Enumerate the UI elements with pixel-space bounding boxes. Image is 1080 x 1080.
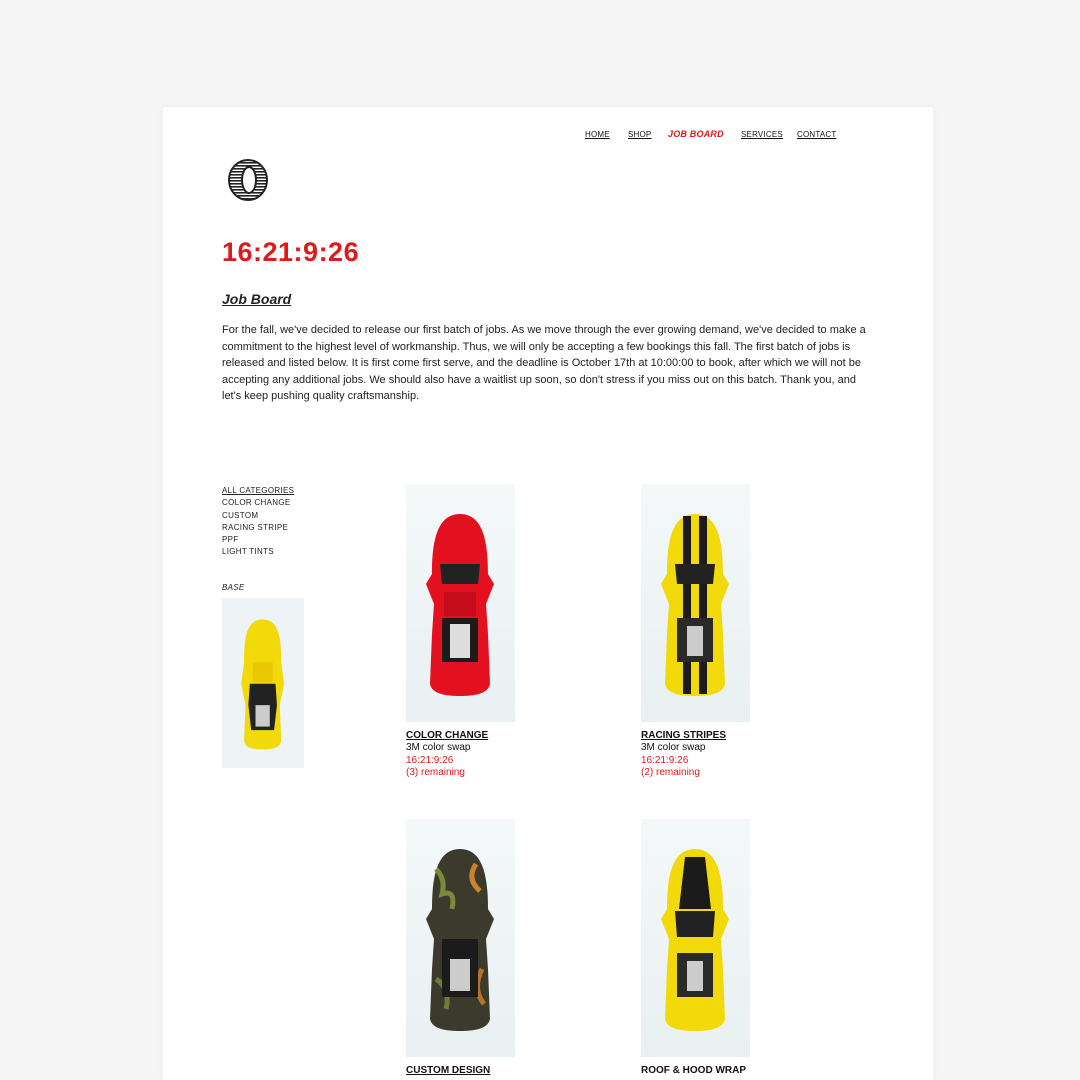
product-card-racing-stripes: RACING STRIPES 3M color swap 16:21:9:26 … — [641, 484, 841, 778]
nav-services[interactable]: SERVICES — [741, 130, 783, 139]
product-card-color-change: COLOR CHANGE 3M color swap 16:21:9:26 (3… — [406, 484, 606, 778]
category-ppf[interactable]: PPF — [222, 534, 294, 546]
category-all[interactable]: ALL CATEGORIES — [222, 485, 294, 497]
product-image[interactable] — [406, 484, 515, 722]
category-custom[interactable]: CUSTOM — [222, 510, 294, 522]
brand-logo[interactable] — [227, 159, 271, 203]
product-remaining: (2) remaining — [641, 767, 700, 778]
product-timer: 16:21:9:26 — [641, 755, 689, 766]
base-label: BASE — [222, 583, 245, 592]
product-name[interactable]: RACING STRIPES — [641, 730, 841, 741]
product-description: 3M color swap — [641, 742, 706, 753]
page-title: Job Board — [222, 291, 292, 307]
product-card-custom-design: CUSTOM DESIGN — [406, 819, 606, 1076]
product-card-roof-hood-wrap: ROOF & HOOD WRAP — [641, 819, 841, 1076]
category-racing-stripe[interactable]: RACING STRIPE — [222, 522, 294, 534]
product-image[interactable] — [406, 819, 515, 1057]
product-name[interactable]: CUSTOM DESIGN — [406, 1065, 606, 1076]
product-description: 3M color swap — [406, 742, 471, 753]
product-name[interactable]: ROOF & HOOD WRAP — [641, 1065, 841, 1076]
nav-home[interactable]: HOME — [585, 130, 610, 139]
nav-job-board[interactable]: JOB BOARD — [668, 129, 724, 139]
intro-paragraph: For the fall, we've decided to release o… — [222, 324, 866, 402]
base-car-image[interactable] — [222, 598, 304, 768]
main-nav: HOME SHOP JOB BOARD SERVICES CONTACT — [163, 129, 933, 146]
category-light-tints[interactable]: LIGHT TINTS — [222, 546, 294, 558]
category-color-change[interactable]: COLOR CHANGE — [222, 497, 294, 509]
nav-contact[interactable]: CONTACT — [797, 130, 836, 139]
category-list: ALL CATEGORIES COLOR CHANGE CUSTOM RACIN… — [222, 485, 294, 559]
product-image[interactable] — [641, 819, 750, 1057]
page-card: HOME SHOP JOB BOARD SERVICES CONTACT 16:… — [163, 107, 933, 1080]
product-image[interactable] — [641, 484, 750, 722]
product-name[interactable]: COLOR CHANGE — [406, 730, 606, 741]
countdown-timer: 16:21:9:26 — [222, 237, 360, 267]
product-timer: 16:21:9:26 — [406, 755, 454, 766]
car-icon — [241, 619, 285, 750]
product-remaining: (3) remaining — [406, 767, 465, 778]
nav-shop[interactable]: SHOP — [628, 130, 651, 139]
